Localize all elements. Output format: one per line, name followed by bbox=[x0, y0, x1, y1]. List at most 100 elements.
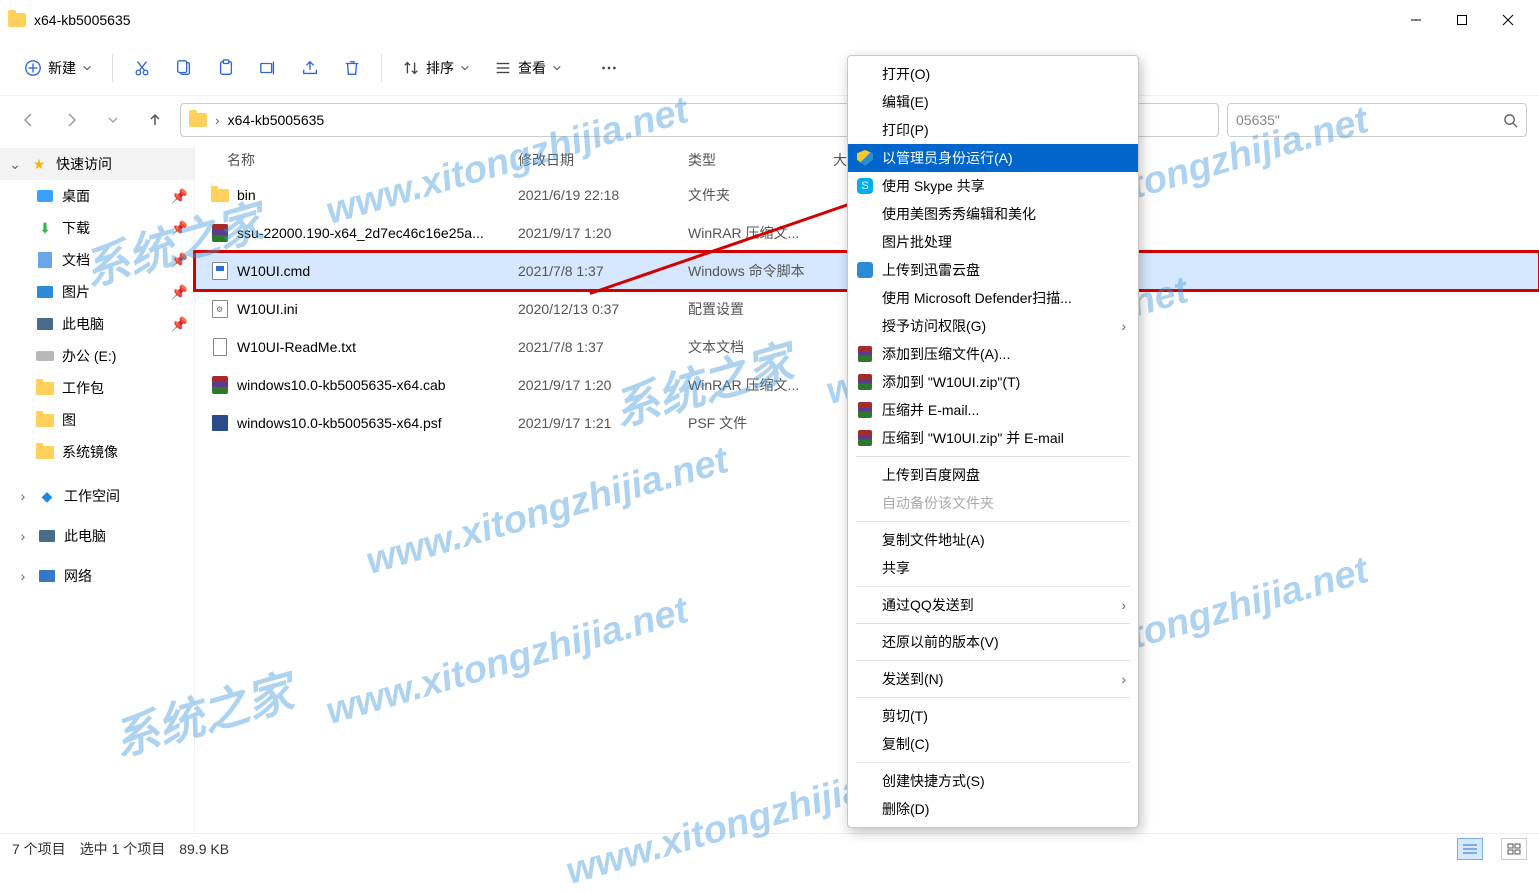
col-name[interactable]: 名称 bbox=[207, 150, 512, 170]
sidebar-network-header[interactable]: ›网络 bbox=[0, 560, 194, 592]
workspace-icon: ◆ bbox=[38, 487, 56, 505]
file-icon bbox=[211, 186, 229, 204]
skype-icon: S bbox=[856, 177, 874, 195]
quick-access-header[interactable]: ⌄ ★ 快速访问 bbox=[0, 148, 194, 180]
context-separator bbox=[856, 456, 1130, 457]
sidebar-item-thispc[interactable]: 此电脑📌 bbox=[0, 308, 194, 340]
minimize-button[interactable] bbox=[1393, 0, 1439, 40]
context-item[interactable]: 剪切(T) bbox=[848, 702, 1138, 730]
star-icon: ★ bbox=[30, 155, 48, 173]
close-button[interactable] bbox=[1485, 0, 1531, 40]
search-box[interactable]: 05635" bbox=[1227, 103, 1527, 137]
context-label: 以管理员身份运行(A) bbox=[882, 148, 1013, 168]
sidebar-item-documents[interactable]: 文档📌 bbox=[0, 244, 194, 276]
share-button[interactable] bbox=[291, 53, 329, 83]
folder-icon bbox=[189, 113, 207, 127]
window-title: x64-kb5005635 bbox=[34, 12, 131, 28]
context-label: 编辑(E) bbox=[882, 92, 929, 112]
context-item: 自动备份该文件夹 bbox=[848, 489, 1138, 517]
forward-button[interactable] bbox=[54, 103, 88, 137]
sidebar-label: 工作包 bbox=[62, 378, 104, 398]
context-item[interactable]: 压缩并 E-mail... bbox=[848, 396, 1138, 424]
search-icon bbox=[1503, 113, 1518, 128]
context-label: 剪切(T) bbox=[882, 706, 928, 726]
context-item[interactable]: 共享 bbox=[848, 554, 1138, 582]
context-item[interactable]: 通过QQ发送到› bbox=[848, 591, 1138, 619]
context-separator bbox=[856, 762, 1130, 763]
paste-button[interactable] bbox=[207, 53, 245, 83]
col-type[interactable]: 类型 bbox=[682, 150, 827, 170]
sidebar-workspace-header[interactable]: ›◆工作空间 bbox=[0, 480, 194, 512]
details-view-button[interactable] bbox=[1457, 838, 1483, 860]
context-item[interactable]: 删除(D) bbox=[848, 795, 1138, 823]
cut-button[interactable] bbox=[123, 53, 161, 83]
pin-icon: 📌 bbox=[171, 316, 188, 333]
context-item[interactable]: 图片批处理 bbox=[848, 228, 1138, 256]
copy-button[interactable] bbox=[165, 53, 203, 83]
sidebar-item-desktop[interactable]: 桌面📌 bbox=[0, 180, 194, 212]
sidebar-item-drive-e[interactable]: 办公 (E:) bbox=[0, 340, 194, 372]
sidebar-item-workpack[interactable]: 工作包 bbox=[0, 372, 194, 404]
recent-dropdown[interactable] bbox=[96, 103, 130, 137]
context-label: 复制(C) bbox=[882, 734, 929, 754]
file-name: windows10.0-kb5005635-x64.cab bbox=[237, 377, 446, 393]
context-item[interactable]: 复制文件地址(A) bbox=[848, 526, 1138, 554]
context-item[interactable]: 上传到百度网盘 bbox=[848, 461, 1138, 489]
file-icon bbox=[211, 224, 229, 242]
status-bar: 7 个项目 选中 1 个项目 89.9 KB bbox=[0, 833, 1539, 863]
sidebar-item-sysimage[interactable]: 系统镜像 bbox=[0, 436, 194, 468]
context-label: 创建快捷方式(S) bbox=[882, 771, 985, 791]
item-count: 7 个项目 bbox=[12, 839, 66, 859]
context-label: 共享 bbox=[882, 558, 910, 578]
back-button[interactable] bbox=[12, 103, 46, 137]
file-type: 配置设置 bbox=[682, 299, 827, 319]
context-item[interactable]: 授予访问权限(G)› bbox=[848, 312, 1138, 340]
file-date: 2021/7/8 1:37 bbox=[512, 339, 682, 355]
file-type: 文件夹 bbox=[682, 185, 827, 205]
more-button[interactable] bbox=[590, 53, 628, 83]
new-button[interactable]: 新建 bbox=[14, 52, 102, 84]
file-date: 2021/9/17 1:20 bbox=[512, 225, 682, 241]
view-button[interactable]: 查看 bbox=[484, 52, 572, 84]
file-icon bbox=[211, 338, 229, 356]
sidebar-item-pictures[interactable]: 图片📌 bbox=[0, 276, 194, 308]
shield-icon bbox=[856, 149, 874, 167]
context-item[interactable]: 压缩到 "W10UI.zip" 并 E-mail bbox=[848, 424, 1138, 452]
workspace-label: 工作空间 bbox=[64, 486, 120, 506]
context-item[interactable]: 创建快捷方式(S) bbox=[848, 767, 1138, 795]
delete-button[interactable] bbox=[333, 53, 371, 83]
col-date[interactable]: 修改日期 bbox=[512, 150, 682, 170]
pin-icon: 📌 bbox=[171, 252, 188, 269]
file-date: 2021/9/17 1:21 bbox=[512, 415, 682, 431]
context-item[interactable]: 上传到迅雷云盘 bbox=[848, 256, 1138, 284]
sidebar-label: 图 bbox=[62, 410, 76, 430]
context-item[interactable]: S使用 Skype 共享 bbox=[848, 172, 1138, 200]
up-button[interactable] bbox=[138, 103, 172, 137]
context-item[interactable]: 使用美图秀秀编辑和美化 bbox=[848, 200, 1138, 228]
context-item[interactable]: 打印(P) bbox=[848, 116, 1138, 144]
sort-label: 排序 bbox=[426, 58, 454, 78]
sort-button[interactable]: 排序 bbox=[392, 52, 480, 84]
file-type: PSF 文件 bbox=[682, 413, 827, 433]
sidebar-label: 系统镜像 bbox=[62, 442, 118, 462]
context-item[interactable]: 打开(O) bbox=[848, 60, 1138, 88]
file-name: W10UI.ini bbox=[237, 301, 298, 317]
sidebar-item-downloads[interactable]: ⬇下载📌 bbox=[0, 212, 194, 244]
context-item[interactable]: 还原以前的版本(V) bbox=[848, 628, 1138, 656]
sidebar-thispc-header[interactable]: ›此电脑 bbox=[0, 520, 194, 552]
file-type: WinRAR 压缩文... bbox=[682, 223, 827, 243]
context-item[interactable]: 发送到(N)› bbox=[848, 665, 1138, 693]
context-item[interactable]: 以管理员身份运行(A) bbox=[848, 144, 1138, 172]
maximize-button[interactable] bbox=[1439, 0, 1485, 40]
thumbnail-view-button[interactable] bbox=[1501, 838, 1527, 860]
context-item[interactable]: 添加到压缩文件(A)... bbox=[848, 340, 1138, 368]
breadcrumb-path[interactable]: x64-kb5005635 bbox=[228, 112, 325, 128]
sidebar-item-tu[interactable]: 图 bbox=[0, 404, 194, 436]
rename-button[interactable] bbox=[249, 53, 287, 83]
sidebar-label: 桌面 bbox=[62, 186, 90, 206]
context-item[interactable]: 添加到 "W10UI.zip"(T) bbox=[848, 368, 1138, 396]
context-item[interactable]: 使用 Microsoft Defender扫描... bbox=[848, 284, 1138, 312]
context-item[interactable]: 编辑(E) bbox=[848, 88, 1138, 116]
context-label: 授予访问权限(G) bbox=[882, 316, 986, 336]
context-item[interactable]: 复制(C) bbox=[848, 730, 1138, 758]
